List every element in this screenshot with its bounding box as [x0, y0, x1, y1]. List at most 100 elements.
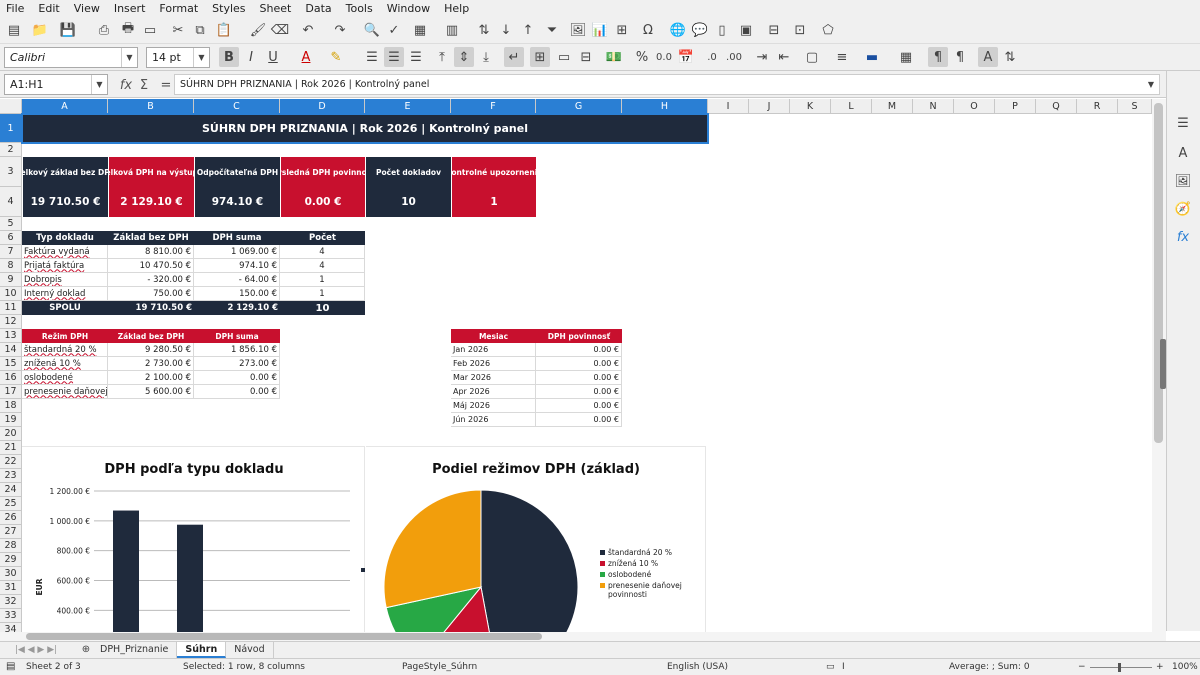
- table-cell[interactable]: 0.00 €: [536, 399, 622, 413]
- formula-input[interactable]: SÚHRN DPH PRIZNANIA | Rok 2026 | Kontrol…: [174, 74, 1160, 95]
- table-cell[interactable]: 750.00 €: [108, 287, 194, 301]
- month-label[interactable]: Jún 2026: [451, 413, 536, 427]
- cut-icon[interactable]: ✂: [168, 20, 188, 40]
- border-style-icon[interactable]: ≡: [832, 47, 852, 67]
- decrease-indent-icon[interactable]: ⇤: [774, 47, 794, 67]
- row-label[interactable]: Dobropis: [22, 273, 108, 287]
- row-header-26[interactable]: 26: [0, 511, 22, 525]
- percent-icon[interactable]: %: [632, 47, 652, 67]
- copy-icon[interactable]: ⧉: [190, 20, 210, 40]
- row-header-28[interactable]: 28: [0, 539, 22, 553]
- row-header-15[interactable]: 15: [0, 357, 22, 371]
- clone-formatting-icon[interactable]: 🖌: [248, 20, 268, 40]
- row-header-10[interactable]: 10: [0, 287, 22, 301]
- freeze-rows-icon[interactable]: ⊟: [764, 20, 784, 40]
- find-replace-icon[interactable]: 🔍: [362, 20, 382, 40]
- table-cell[interactable]: 2 100.00 €: [108, 371, 194, 385]
- table-cell[interactable]: 0.00 €: [536, 371, 622, 385]
- table-cell[interactable]: 4: [280, 259, 365, 273]
- column-header-q[interactable]: Q: [1036, 99, 1077, 114]
- row-header-17[interactable]: 17: [0, 385, 22, 399]
- table-cell[interactable]: 4: [280, 245, 365, 259]
- table-cell[interactable]: 974.10 €: [194, 259, 280, 273]
- table-cell[interactable]: 0.00 €: [194, 371, 280, 385]
- undo-icon[interactable]: ↶: [298, 20, 318, 40]
- table-cell[interactable]: 0.00 €: [536, 385, 622, 399]
- pivot-table-icon[interactable]: ⊞: [612, 20, 632, 40]
- row-label[interactable]: oslobodené: [22, 371, 108, 385]
- hyperlink-icon[interactable]: 🌐: [668, 20, 688, 40]
- font-name-box[interactable]: Calibri ▼: [4, 47, 138, 68]
- chart-handle[interactable]: [361, 568, 365, 572]
- row-header-29[interactable]: 29: [0, 553, 22, 567]
- bar-chart[interactable]: DPH podľa typu dokladu200.00 €400.00 €60…: [22, 446, 365, 632]
- date-format-icon[interactable]: 📅: [676, 47, 696, 67]
- function-wizard-icon[interactable]: fx: [116, 75, 136, 95]
- paste-icon[interactable]: 📋: [214, 20, 234, 40]
- formula-icon[interactable]: =: [156, 75, 176, 95]
- column-header-o[interactable]: O: [954, 99, 995, 114]
- merge-center-icon[interactable]: ⊞: [530, 47, 550, 67]
- menu-item[interactable]: Window: [387, 2, 430, 15]
- save-icon[interactable]: 💾: [58, 20, 78, 40]
- vertical-scrollbar[interactable]: [1152, 99, 1166, 632]
- styles-icon[interactable]: A: [1173, 143, 1193, 163]
- month-label[interactable]: Jan 2026: [451, 343, 536, 357]
- zoom-slider[interactable]: [1090, 667, 1152, 668]
- table-cell[interactable]: 1 069.00 €: [194, 245, 280, 259]
- row-header-8[interactable]: 8: [0, 259, 22, 273]
- table-cell[interactable]: 150.00 €: [194, 287, 280, 301]
- align-center-icon[interactable]: ☰: [384, 47, 404, 67]
- table-cell[interactable]: 9 280.50 €: [108, 343, 194, 357]
- print-icon[interactable]: 🖶: [118, 20, 138, 40]
- menu-item[interactable]: Edit: [38, 2, 59, 15]
- right-to-left-icon[interactable]: ¶: [950, 47, 970, 67]
- properties-icon[interactable]: ☰: [1173, 113, 1193, 133]
- row-header-3[interactable]: 3: [0, 157, 22, 187]
- table-cell[interactable]: - 320.00 €: [108, 273, 194, 287]
- clear-formatting-icon[interactable]: ⌫: [270, 20, 290, 40]
- menu-item[interactable]: Sheet: [260, 2, 292, 15]
- column-header-b[interactable]: B: [108, 99, 194, 114]
- row-header-19[interactable]: 19: [0, 413, 22, 427]
- row-header-33[interactable]: 33: [0, 609, 22, 623]
- border-color-icon[interactable]: ▬: [862, 47, 882, 67]
- zoom-in-icon[interactable]: +: [1156, 662, 1164, 672]
- align-top-icon[interactable]: ⤒: [432, 47, 452, 67]
- unmerge-cells-icon[interactable]: ⊟: [576, 47, 596, 67]
- row-label[interactable]: Interný doklad: [22, 287, 108, 301]
- column-header-f[interactable]: F: [451, 99, 536, 114]
- chevron-down-icon[interactable]: ▼: [193, 48, 209, 67]
- row-header-11[interactable]: 11: [0, 301, 22, 315]
- month-label[interactable]: Máj 2026: [451, 399, 536, 413]
- row-header-5[interactable]: 5: [0, 217, 22, 231]
- split-window-icon[interactable]: ⊡: [790, 20, 810, 40]
- table-cell[interactable]: 0.00 €: [194, 385, 280, 399]
- row-label[interactable]: Prijatá faktúra: [22, 259, 108, 273]
- menu-item[interactable]: Format: [159, 2, 198, 15]
- table-cell[interactable]: 0.00 €: [536, 343, 622, 357]
- row-header-34[interactable]: 34: [0, 623, 22, 632]
- row-header-1[interactable]: 1: [0, 114, 22, 143]
- column-header-p[interactable]: P: [995, 99, 1036, 114]
- column-header-a[interactable]: A: [22, 99, 108, 114]
- autofilter-icon[interactable]: ⏷: [542, 20, 562, 40]
- table-cell[interactable]: 10 470.50 €: [108, 259, 194, 273]
- column-header-d[interactable]: D: [280, 99, 365, 114]
- redo-icon[interactable]: ↷: [330, 20, 350, 40]
- corner-select-all[interactable]: [0, 99, 22, 114]
- column-header-n[interactable]: N: [913, 99, 954, 114]
- open-folder-icon[interactable]: 📁: [30, 20, 50, 40]
- row-header-30[interactable]: 30: [0, 567, 22, 581]
- align-bottom-icon[interactable]: ⤓: [476, 47, 496, 67]
- row-label[interactable]: Faktúra vydaná: [22, 245, 108, 259]
- align-left-icon[interactable]: ☰: [362, 47, 382, 67]
- table-cell[interactable]: 0.00 €: [536, 357, 622, 371]
- status-page-style[interactable]: PageStyle_Súhrn: [402, 662, 477, 672]
- pie-chart[interactable]: Podiel režimov DPH (základ) štandardná 20…: [366, 446, 706, 632]
- column-header-h[interactable]: H: [622, 99, 708, 114]
- text-horizontal-icon[interactable]: A: [978, 47, 998, 67]
- status-language[interactable]: English (USA): [667, 662, 728, 672]
- column-header-m[interactable]: M: [872, 99, 913, 114]
- month-label[interactable]: Feb 2026: [451, 357, 536, 371]
